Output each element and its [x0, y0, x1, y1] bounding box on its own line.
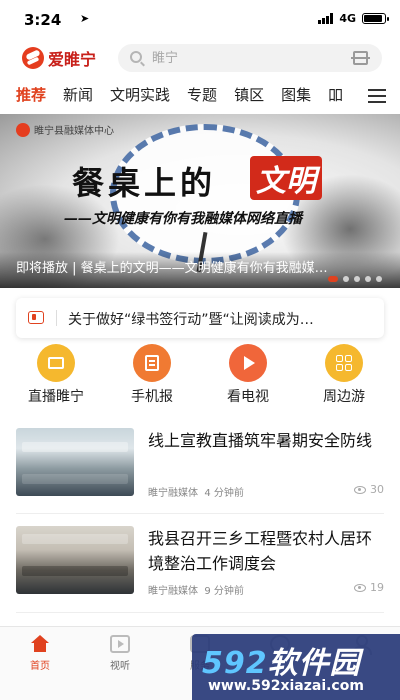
- video-icon: [110, 635, 130, 653]
- tab-news[interactable]: 新闻: [63, 84, 93, 105]
- logo-icon: [22, 47, 44, 69]
- news-meta: 睢宁融媒体 9 分钟前: [148, 582, 244, 597]
- status-indicators: 4G: [318, 12, 389, 25]
- nav-label: 视听: [110, 661, 130, 672]
- network-type: 4G: [339, 12, 356, 25]
- carousel-dot[interactable]: [354, 276, 360, 282]
- watermark-brand-text: 软件园: [267, 646, 361, 681]
- search-bar[interactable]: [118, 44, 382, 72]
- news-divider: [16, 612, 384, 613]
- tab-civilization-practice[interactable]: 文明实践: [110, 84, 170, 105]
- notice-divider: [56, 310, 57, 326]
- source-logo-icon: [16, 122, 30, 137]
- banner-subtitle: ——文明健康有你有我融媒体网络直播: [64, 211, 302, 227]
- carousel-dot[interactable]: [343, 276, 349, 282]
- quick-entry-live[interactable]: 直播睢宁: [11, 344, 101, 408]
- news-item[interactable]: 线上宣教直播筑牢暑期安全防线 睢宁融媒体 4 分钟前 30: [16, 428, 384, 508]
- search-icon: [130, 51, 142, 63]
- news-title: 线上宣教直播筑牢暑期安全防线: [148, 431, 373, 450]
- carousel-dots: [328, 276, 382, 282]
- menu-icon[interactable]: [368, 89, 386, 103]
- signal-icon: [318, 13, 334, 24]
- tab-special-topics[interactable]: 专题: [187, 84, 217, 105]
- news-time: 4 分钟前: [204, 488, 244, 499]
- news-view-count: 30: [370, 483, 384, 496]
- watermark-brand: 592软件园: [202, 638, 361, 682]
- news-views: 30: [354, 483, 384, 496]
- status-time: 3:24: [24, 11, 62, 29]
- nav-audiovisual[interactable]: 视听: [80, 627, 160, 700]
- search-input[interactable]: [152, 44, 342, 72]
- watermark-brand-number: 592: [202, 646, 268, 681]
- scan-icon[interactable]: [351, 51, 370, 65]
- notice-text: 关于做好“绿书签行动”暨“让阅读成为…: [68, 312, 314, 328]
- carousel-dot[interactable]: [328, 276, 338, 282]
- banner-source-text: 睢宁县融媒体中心: [34, 126, 114, 137]
- tab-recommend[interactable]: 推荐: [16, 84, 46, 105]
- news-item[interactable]: 我县召开三乡工程暨农村人居环境整治工作调度会 睢宁融媒体 9 分钟前 19: [16, 526, 384, 606]
- news-title: 我县召开三乡工程暨农村人居环境整治工作调度会: [148, 529, 373, 573]
- battery-level: [364, 15, 382, 22]
- nav-home[interactable]: 首页: [0, 627, 80, 700]
- quick-entry-label: 直播睢宁: [28, 389, 84, 405]
- tab-more-partial[interactable]: 吅: [328, 84, 343, 105]
- home-icon: [30, 635, 50, 653]
- banner-title-accent: 文明: [250, 156, 322, 200]
- watermark-url: www.592xiazai.com: [208, 678, 364, 694]
- tv-icon: [37, 344, 75, 382]
- tab-list: 推荐 新闻 文明实践 专题 镇区 图集 吅: [16, 84, 362, 105]
- app-header: 爱睢宁: [0, 40, 400, 76]
- carousel-dot[interactable]: [376, 276, 382, 282]
- quick-entries: 直播睢宁 手机报 看电视 周边游: [0, 344, 400, 408]
- quick-entry-label: 手机报: [131, 389, 173, 405]
- megaphone-icon: [28, 311, 44, 324]
- news-source: 睢宁融媒体: [148, 488, 198, 499]
- newspaper-icon: [133, 344, 171, 382]
- hero-banner[interactable]: 睢宁县融媒体中心 餐桌上的 文明 ——文明健康有你有我融媒体网络直播 即将播放 …: [0, 114, 400, 288]
- news-view-count: 19: [370, 581, 384, 594]
- eye-icon: [354, 583, 366, 592]
- location-arrow-icon: ➤: [80, 12, 90, 25]
- nav-label: 首页: [30, 661, 50, 672]
- app-logo[interactable]: 爱睢宁: [22, 46, 96, 70]
- tab-gallery[interactable]: 图集: [281, 84, 311, 105]
- category-tabs: 推荐 新闻 文明实践 专题 镇区 图集 吅: [0, 80, 400, 110]
- news-divider: [16, 513, 384, 514]
- quick-entry-mobile-paper[interactable]: 手机报: [107, 344, 197, 408]
- eye-icon: [354, 485, 366, 494]
- logo-text: 爱睢宁: [48, 50, 97, 69]
- quick-entry-label: 看电视: [227, 389, 269, 405]
- quick-entry-tv[interactable]: 看电视: [203, 344, 293, 408]
- carousel-dot[interactable]: [365, 276, 371, 282]
- play-icon: [229, 344, 267, 382]
- banner-source: 睢宁县融媒体中心: [16, 122, 114, 137]
- tab-towns[interactable]: 镇区: [234, 84, 264, 105]
- battery-icon: [362, 13, 389, 24]
- news-meta: 睢宁融媒体 4 分钟前: [148, 484, 244, 499]
- news-time: 9 分钟前: [204, 586, 244, 597]
- notice-bar[interactable]: 关于做好“绿书签行动”暨“让阅读成为…: [16, 298, 384, 338]
- banner-caption: 即将播放 | 餐桌上的文明——文明健康有你有我融媒…: [16, 261, 328, 276]
- news-thumbnail: [16, 428, 134, 496]
- news-views: 19: [354, 581, 384, 594]
- grid-icon: [325, 344, 363, 382]
- status-bar: 3:24 ➤ 4G: [0, 0, 400, 36]
- news-thumbnail: [16, 526, 134, 594]
- banner-title: 餐桌上的: [72, 164, 217, 202]
- watermark: 592软件园 www.592xiazai.com: [192, 634, 400, 700]
- quick-entry-label: 周边游: [323, 389, 365, 405]
- news-source: 睢宁融媒体: [148, 586, 198, 597]
- quick-entry-nearby-travel[interactable]: 周边游: [299, 344, 389, 408]
